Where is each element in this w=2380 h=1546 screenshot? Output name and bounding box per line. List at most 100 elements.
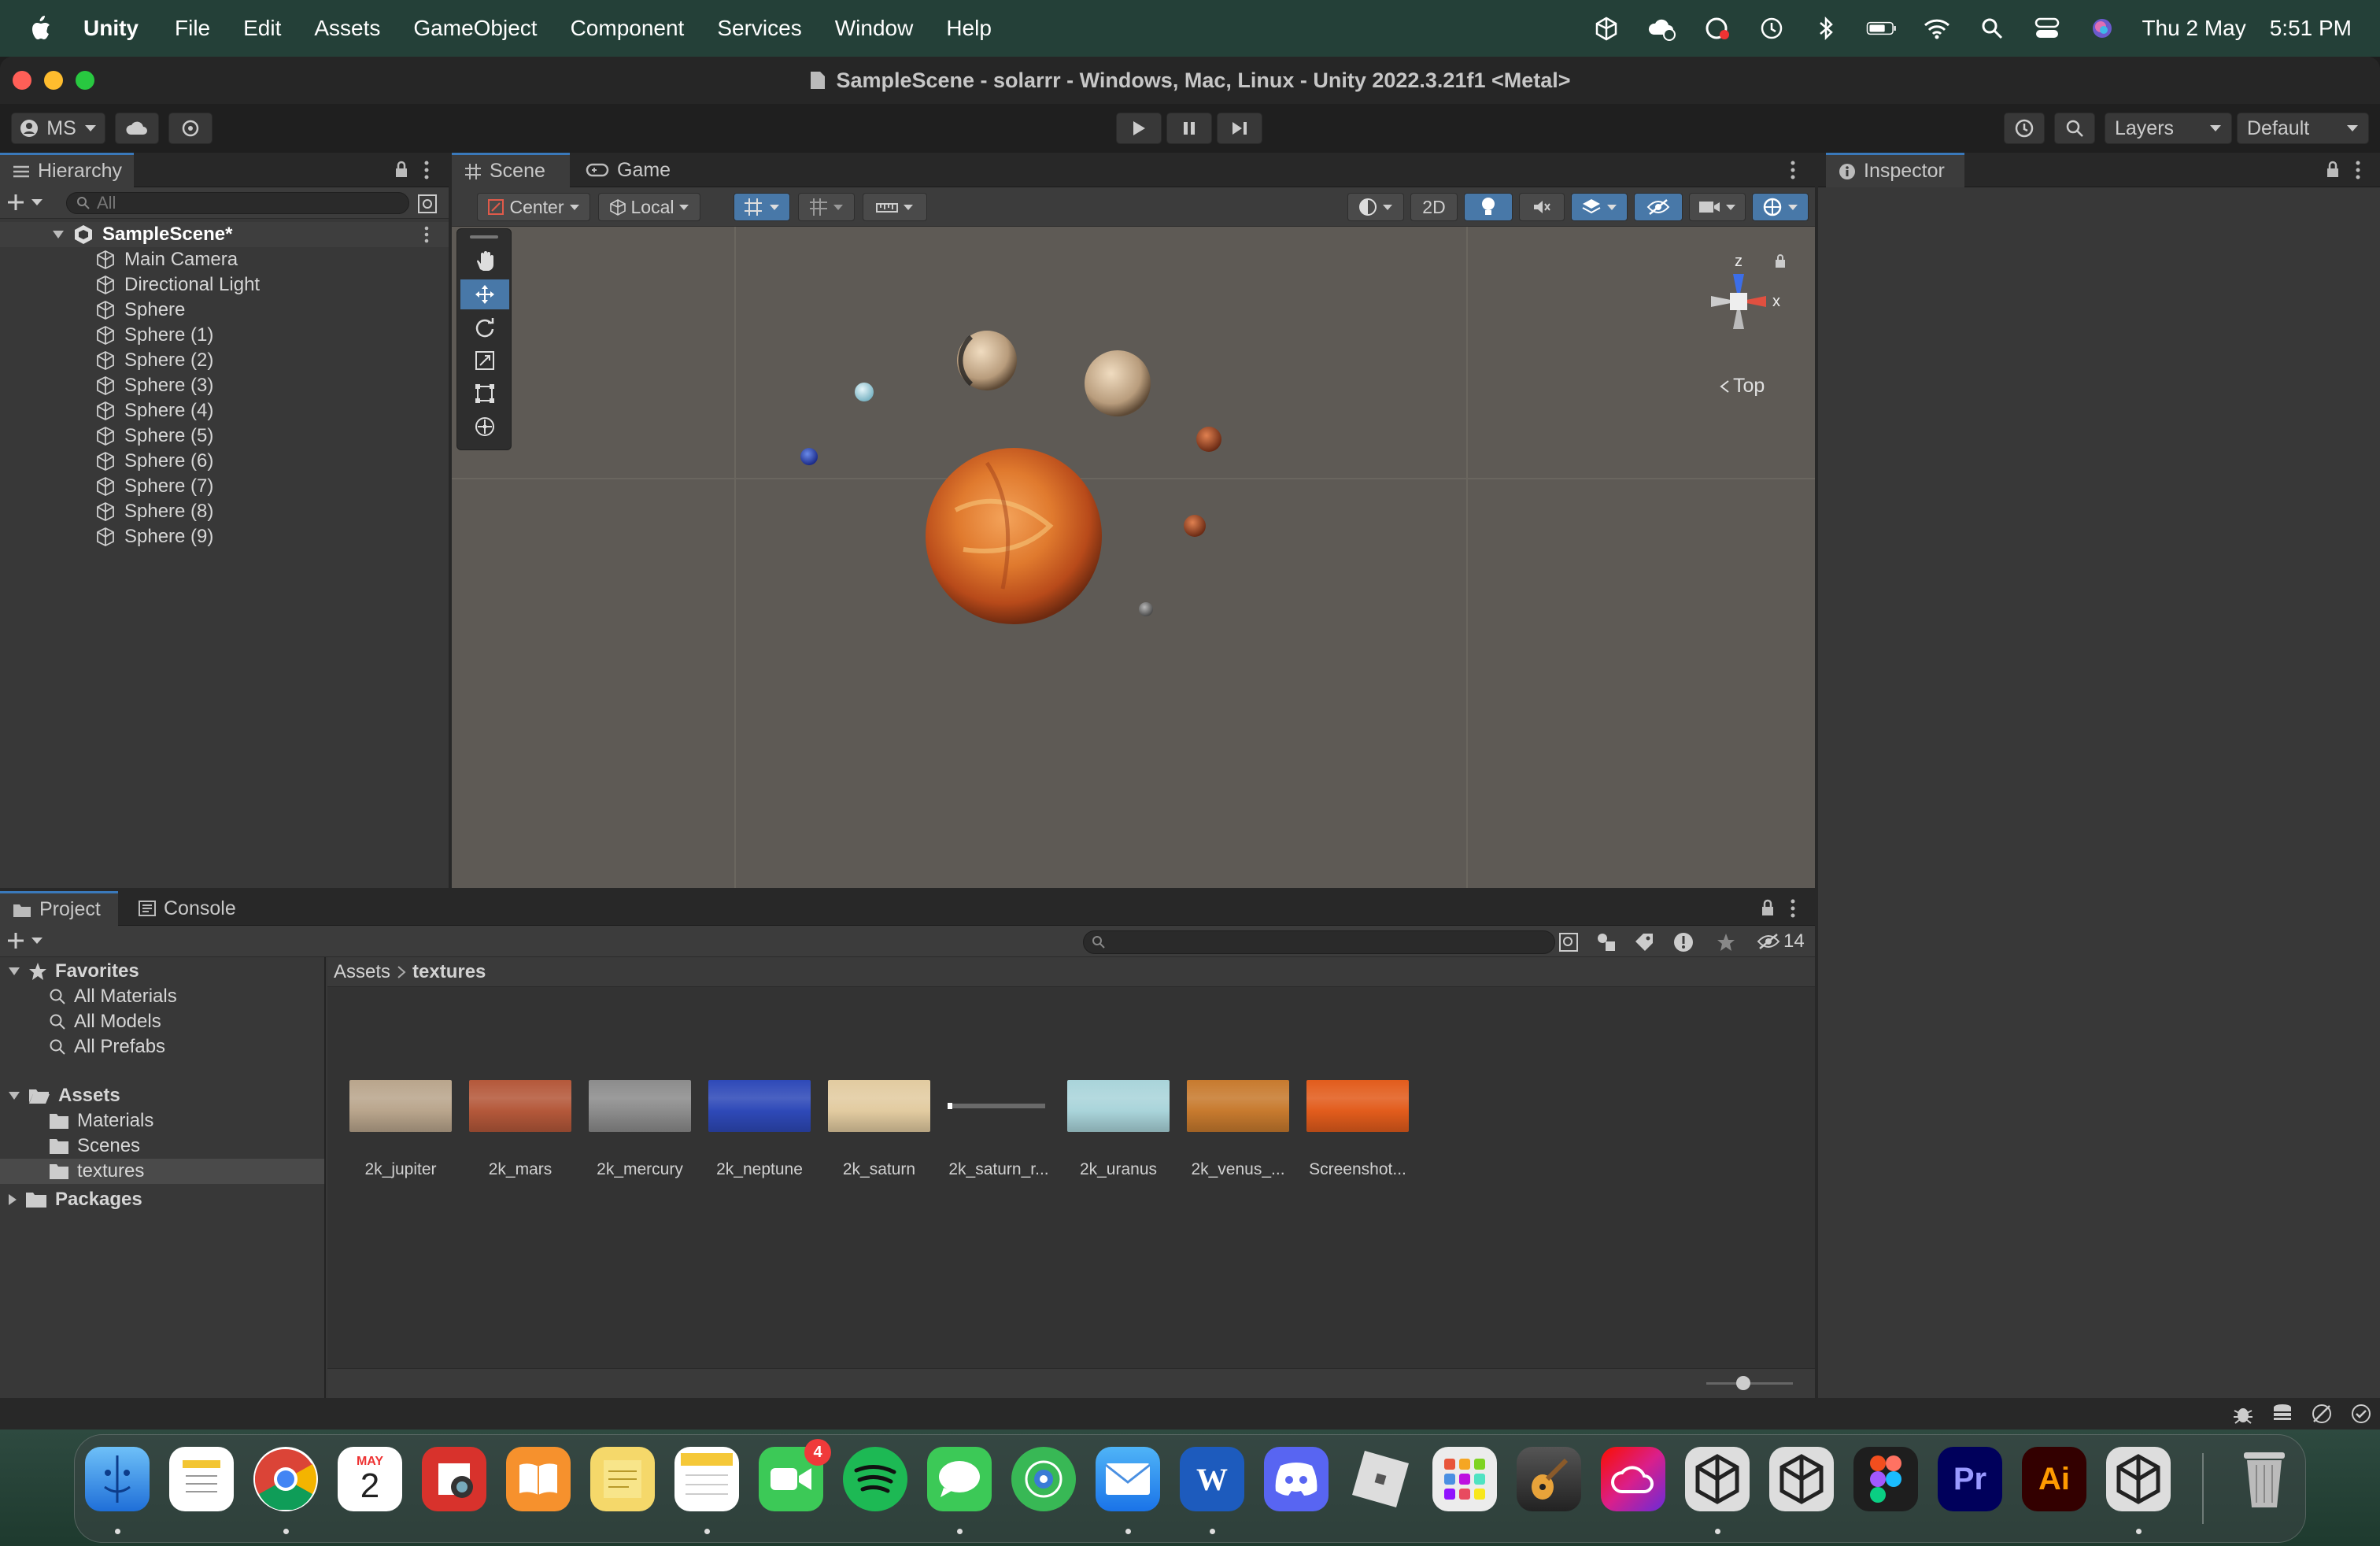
toggle-2d-button[interactable]: 2D	[1410, 193, 1458, 221]
texture-thumbnail[interactable]	[589, 1080, 691, 1132]
favorite-star-icon[interactable]	[1716, 932, 1736, 952]
pause-button[interactable]	[1166, 113, 1212, 144]
gizmo-view-label[interactable]: Top	[1719, 375, 1765, 398]
apple-icon[interactable]	[28, 15, 52, 42]
dock-facetime[interactable]: 4	[759, 1439, 831, 1511]
dock-premiere-pro[interactable]: Pr	[1938, 1447, 2002, 1511]
hierarchy-item[interactable]: Sphere (6)	[0, 449, 449, 474]
bluetooth-icon[interactable]	[1811, 13, 1842, 44]
texture-name[interactable]: 2k_saturn	[820, 1160, 938, 1179]
transform-tool[interactable]	[460, 412, 509, 442]
cloud-button[interactable]	[115, 113, 159, 144]
breadcrumb-assets[interactable]: Assets	[334, 961, 390, 983]
triangle-down-icon[interactable]	[8, 967, 20, 976]
dock-illustrator[interactable]: Ai	[2022, 1447, 2086, 1511]
hidden-packages-toggle[interactable]: 14	[1757, 930, 1805, 952]
dock-chrome[interactable]	[253, 1447, 318, 1511]
dock-notes-app[interactable]	[169, 1447, 234, 1511]
scene-viewport[interactable]: z x Top	[452, 227, 1815, 888]
triangle-down-icon[interactable]	[8, 1091, 20, 1100]
kebab-menu-icon[interactable]	[423, 159, 430, 181]
lock-icon[interactable]	[1774, 253, 1787, 269]
dock-messages[interactable]	[927, 1447, 992, 1511]
menu-assets[interactable]: Assets	[314, 16, 380, 41]
texture-name[interactable]: 2k_mercury	[581, 1160, 699, 1179]
control-center-icon[interactable]	[2031, 13, 2063, 44]
collab-button[interactable]	[168, 113, 213, 144]
dock-roblox[interactable]	[1348, 1447, 1413, 1511]
tab-scene[interactable]: Scene	[452, 153, 570, 187]
scene-search-icon[interactable]	[417, 194, 438, 214]
texture-thumbnail[interactable]	[708, 1080, 811, 1132]
texture-name[interactable]: 2k_uranus	[1059, 1160, 1177, 1179]
dock-garageband[interactable]	[1517, 1447, 1581, 1511]
hierarchy-item[interactable]: Sphere (1)	[0, 323, 449, 348]
dock-find-my[interactable]	[1011, 1447, 1076, 1511]
asset-folder-item[interactable]: textures	[0, 1159, 324, 1184]
menu-help[interactable]: Help	[946, 16, 992, 41]
kebab-menu-icon[interactable]	[1790, 897, 1796, 919]
texture-thumbnail[interactable]	[469, 1080, 571, 1132]
search-button[interactable]	[2054, 113, 2095, 144]
cache-server-icon[interactable]	[2271, 1403, 2293, 1425]
menu-component[interactable]: Component	[571, 16, 685, 41]
app-menu-unity[interactable]: Unity	[83, 16, 139, 41]
menu-gameobject[interactable]: GameObject	[413, 16, 537, 41]
tab-project[interactable]: Project	[0, 891, 118, 926]
hierarchy-item[interactable]: Directional Light	[0, 272, 449, 298]
wifi-icon[interactable]	[1921, 13, 1953, 44]
tab-game[interactable]: Game	[573, 153, 675, 187]
check-circle-icon[interactable]	[2350, 1403, 2372, 1425]
siri-icon[interactable]	[2086, 13, 2118, 44]
gizmos-dropdown[interactable]	[1752, 193, 1809, 221]
breadcrumb-textures[interactable]: textures	[412, 961, 486, 983]
shading-mode-dropdown[interactable]	[1347, 193, 1404, 221]
undo-history-button[interactable]	[2004, 113, 2045, 144]
dock-figma[interactable]	[1853, 1447, 1918, 1511]
menu-edit[interactable]: Edit	[243, 16, 281, 41]
dock-calendar[interactable]: MAY 2	[338, 1447, 402, 1511]
play-button[interactable]	[1116, 113, 1162, 144]
add-object-button[interactable]	[8, 193, 44, 212]
dock-finder[interactable]	[85, 1447, 150, 1511]
hierarchy-item[interactable]: Sphere (5)	[0, 423, 449, 449]
menu-services[interactable]: Services	[717, 16, 801, 41]
tree-packages[interactable]: Packages	[0, 1187, 324, 1212]
scene-view-gizmo[interactable]: z x Top	[1680, 242, 1798, 400]
texture-thumbnail[interactable]	[1187, 1080, 1289, 1132]
overlay-drag-handle[interactable]	[470, 235, 498, 239]
texture-thumbnail[interactable]	[1306, 1080, 1409, 1132]
dock-photo-booth[interactable]	[422, 1447, 486, 1511]
filter-by-label-icon[interactable]	[1634, 932, 1654, 952]
ruler-snap-toggle[interactable]	[863, 193, 927, 221]
tree-favorites[interactable]: Favorites	[0, 959, 324, 984]
favorite-item[interactable]: All Materials	[0, 984, 324, 1009]
dock-creative-cloud[interactable]	[1601, 1447, 1665, 1511]
tab-inspector[interactable]: Inspector	[1826, 153, 1964, 187]
hierarchy-scene-row[interactable]: SampleScene*	[0, 222, 449, 247]
dock-word[interactable]: W	[1180, 1447, 1244, 1511]
menu-window[interactable]: Window	[835, 16, 914, 41]
pivot-center-dropdown[interactable]: Center	[477, 193, 590, 221]
texture-name[interactable]: 2k_saturn_r...	[940, 1160, 1058, 1179]
menubar-time[interactable]: 5:51 PM	[2270, 16, 2352, 41]
time-machine-icon[interactable]	[1756, 13, 1787, 44]
hierarchy-item[interactable]: Sphere (3)	[0, 373, 449, 398]
texture-name[interactable]: 2k_mars	[461, 1160, 579, 1179]
layout-dropdown[interactable]: Default	[2237, 113, 2369, 144]
search-by-scene-icon[interactable]	[1558, 932, 1579, 952]
layers-dropdown[interactable]: Layers	[2105, 113, 2232, 144]
dock-unity-hub[interactable]	[1685, 1447, 1750, 1511]
spotlight-search-icon[interactable]	[1976, 13, 2008, 44]
move-tool[interactable]	[460, 279, 509, 309]
dock-discord[interactable]	[1264, 1447, 1329, 1511]
texture-thumbnail[interactable]	[1067, 1080, 1170, 1132]
hierarchy-item[interactable]: Sphere (2)	[0, 348, 449, 373]
texture-thumbnail[interactable]	[349, 1080, 452, 1132]
camera-dropdown[interactable]	[1689, 193, 1746, 221]
creative-cloud-icon[interactable]	[1701, 13, 1732, 44]
hierarchy-item[interactable]: Sphere	[0, 298, 449, 323]
kebab-menu-icon[interactable]	[423, 225, 430, 244]
triangle-down-icon[interactable]	[52, 230, 65, 239]
tree-assets[interactable]: Assets	[0, 1083, 324, 1108]
